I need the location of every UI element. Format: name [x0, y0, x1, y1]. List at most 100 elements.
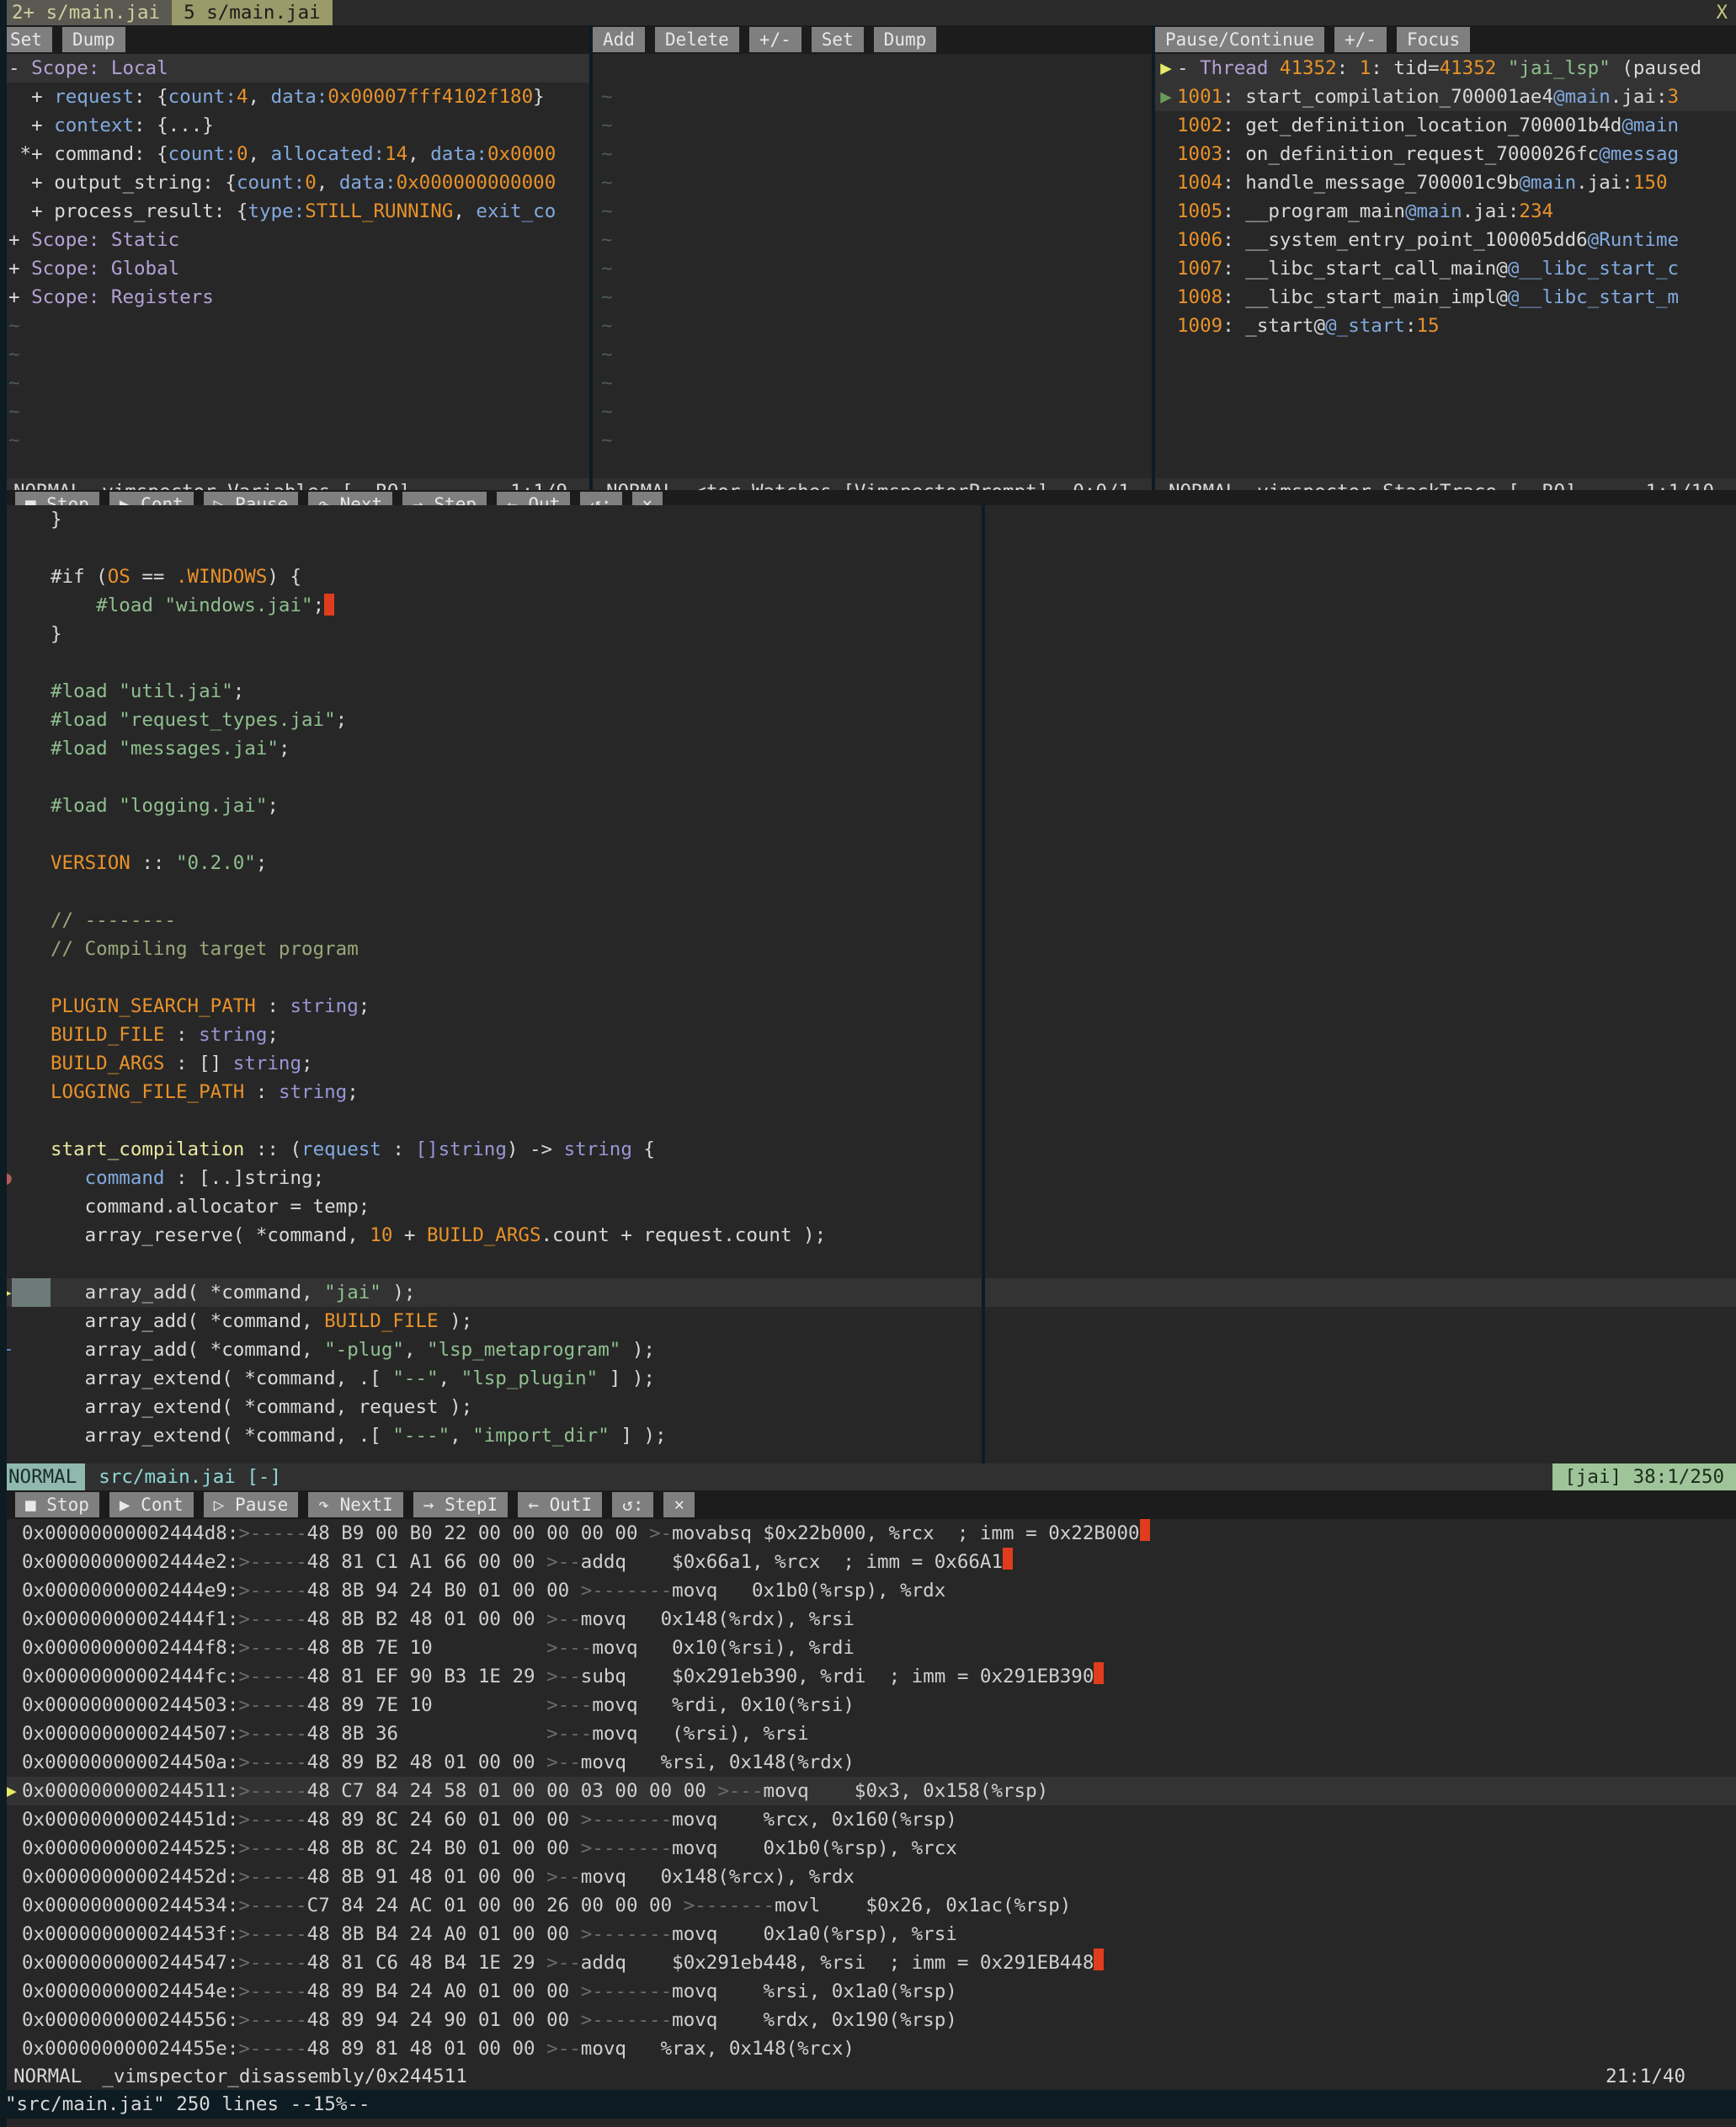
variable-row-request[interactable]: + request: {count:4, data:0x00007fff4102… [0, 83, 589, 111]
add-button[interactable]: Add [593, 27, 645, 52]
filler-tilde: ~ [601, 429, 613, 451]
dump-button[interactable]: Dump [873, 27, 937, 52]
disassembly-row: 0x000000000024455e: >----- 48 89 81 48 01 … [22, 2038, 855, 2060]
variable-row-context[interactable]: + context: {...} [0, 111, 589, 140]
disassembly-row-current: ▶ 0x0000000000244511: >----- 48 C7 84 24 58… [0, 1777, 1736, 1805]
step-into-icon: → [423, 1495, 445, 1515]
scope-row-global[interactable]: + Scope: Global [0, 254, 589, 283]
toggle-expand-button[interactable]: +/- [1334, 27, 1387, 52]
disassembly-list: 0x00000000002444d8: >----- 48 B9 00 B0 22 … [0, 1519, 1736, 2063]
restart-button[interactable]: ↺: [612, 1492, 654, 1517]
cursor-block [1094, 1948, 1105, 1970]
focus-button[interactable]: Focus [1396, 27, 1471, 52]
dump-button[interactable]: Dump [61, 27, 125, 52]
close-icon[interactable]: X [1716, 0, 1736, 27]
scope-row-static[interactable]: + Scope: Static [0, 226, 589, 254]
current-thread-icon: ▶ [1160, 57, 1172, 79]
vim-command-line[interactable]: "src/main.jai" 250 lines --15%-- [0, 2090, 1736, 2119]
toggle-expand-button[interactable]: +/- [748, 27, 801, 52]
status-mode: NORMAL [0, 1463, 86, 1490]
cursor-block [1139, 1519, 1150, 1541]
code-line: start_compilation :: (request : []string… [51, 1138, 655, 1160]
disassembly-row: 0x00000000002444e2: >----- 48 81 C1 A1 66 … [0, 1548, 1736, 1576]
filler-tilde [1155, 340, 1736, 369]
cursor-block [1003, 1548, 1014, 1570]
continue-button[interactable]: ▶ Cont [109, 1492, 194, 1517]
stack-frame-row[interactable]: ▶ 1001: start_compilation_700001ae4 @main.… [1155, 83, 1736, 111]
stack-frame-row[interactable]: 1003: on_definition_request_7000026fc @me… [1155, 140, 1736, 168]
filler-tilde: ~ [8, 401, 20, 423]
tabline: 2+ s/main.jai 5 s/main.jai X [0, 0, 1736, 25]
delete-button[interactable]: Delete [654, 27, 739, 52]
filler-tilde: ~ [601, 86, 613, 108]
editor-left-window[interactable]: } #if (OS == .WINDOWS) { #load "windows.… [0, 505, 982, 1463]
variable-row-command[interactable]: *+ command: {count:0, allocated:14, data… [0, 140, 589, 168]
code-line: array_add( *command, BUILD_FILE ); [51, 1310, 473, 1332]
tab-0[interactable]: 2+ s/main.jai [0, 0, 173, 25]
code-editor[interactable]: } #if (OS == .WINDOWS) { #load "windows.… [0, 505, 1736, 1463]
filler-tilde: ~ [8, 344, 20, 365]
filler-tilde: ~ [601, 229, 613, 251]
filler-tilde: ~ [601, 344, 613, 365]
set-button[interactable]: Set [0, 27, 52, 52]
variable-row-output-string[interactable]: + output_string: {count:0, data:0x000000… [0, 168, 589, 197]
next-instruction-button[interactable]: ↷ NextI [308, 1492, 403, 1517]
filler-tilde: ~ [8, 315, 20, 337]
step-instruction-button[interactable]: → StepI [413, 1492, 509, 1517]
stack-frame-row[interactable]: 1008: __libc_start_main_impl@ @__libc_sta… [1155, 283, 1736, 312]
close-button[interactable]: × [663, 1492, 695, 1517]
editor-right-window[interactable] [985, 505, 1736, 1463]
stack-frame-row[interactable]: 1004: handle_message_700001c9b @main .jai:… [1155, 168, 1736, 197]
pause-continue-button[interactable]: Pause/Continue [1155, 27, 1325, 52]
stacktrace-buttons: Pause/Continue +/- Focus [1155, 25, 1736, 54]
tabline-filler [332, 0, 1717, 25]
filler-tilde: ~ [601, 115, 613, 136]
variables-list: - Scope: Local + request: {count:4, data… [0, 54, 589, 478]
scope-row-registers[interactable]: + Scope: Registers [0, 283, 589, 312]
disassembly-row: 0x00000000002444e9: >----- 48 8B 94 24 B0 … [22, 1580, 946, 1602]
stack-frame-row[interactable]: 1002: get_definition_location_700001b4d @… [1155, 111, 1736, 140]
watches-list[interactable]: ~ ~ ~ ~ ~ ~ ~ ~ ~ ~ ~ ~ ~ [593, 54, 1152, 478]
code-line: } [51, 623, 62, 645]
tab-1[interactable]: 5 s/main.jai [172, 0, 333, 25]
debug-toolbar-bottom: ■ Stop ▶ Cont ▷ Pause ↷ NextI → StepI ← … [0, 1490, 1736, 1519]
stop-button[interactable]: ■ Stop [15, 1492, 99, 1517]
disassembly-row: 0x000000000024452d: >----- 48 8B 91 48 01 … [22, 1866, 855, 1888]
code-line: #load "util.jai"; [51, 680, 245, 702]
code-line: array_extend( *command, request ); [51, 1396, 473, 1418]
filler-tilde: ~ [601, 372, 613, 394]
pause-button[interactable]: ▷ Pause [203, 1492, 299, 1517]
status-mode: NORMAL [13, 2066, 83, 2087]
play-icon: ▶ [119, 1495, 141, 1515]
stack-thread-row[interactable]: ▶ - Thread 41352: 1: tid= 41352 "jai_lsp" … [1155, 54, 1736, 83]
stack-frame-row[interactable]: 1005: __program_main @main .jai: 234 [1155, 197, 1736, 226]
disassembly-window: NORMAL src/main.jai [-] [jai] 38:1/250 ■… [0, 1463, 1736, 2127]
filler-tilde: ~ [601, 258, 613, 280]
stack-frame-row[interactable]: 1007: __libc_start_call_main@ @__libc_sta… [1155, 254, 1736, 283]
code-line: #load "logging.jai"; [51, 795, 279, 817]
variable-row-process-result[interactable]: + process_result: {type:STILL_RUNNING, e… [0, 197, 589, 226]
code-line: array_reserve( *command, 10 + BUILD_ARGS… [51, 1224, 827, 1246]
current-frame-icon: ▶ [1160, 86, 1172, 108]
stack-frame-row[interactable]: 1006: __system_entry_point_100005dd6 @Run… [1155, 226, 1736, 254]
out-instruction-button[interactable]: ← OutI [518, 1492, 603, 1517]
code-line: #load "request_types.jai"; [51, 709, 348, 731]
editor-statusline: NORMAL src/main.jai [-] [jai] 38:1/250 [0, 1463, 1736, 1490]
scope-row-local[interactable]: - Scope: Local [0, 54, 589, 83]
disassembly-row: 0x000000000024453f: >----- 48 8B B4 24 A0 … [22, 1923, 957, 1945]
stacktrace-list: ▶ - Thread 41352: 1: tid= 41352 "jai_lsp" … [1155, 54, 1736, 478]
set-button[interactable]: Set [811, 27, 864, 52]
vim-debugger-window: 2+ s/main.jai 5 s/main.jai X Set Dump - … [0, 0, 1736, 2127]
disassembly-row: 0x0000000000244534: >----- C7 84 24 AC 01 … [22, 1895, 1072, 1916]
watch-prompt-row[interactable] [593, 54, 1152, 83]
disassembly-row: 0x00000000002444d8: >----- 48 B9 00 B0 22 … [0, 1519, 1736, 1548]
filler-tilde: ~ [601, 401, 613, 423]
disassembly-statusline: NORMAL _vimspector_disassembly/0x244511 … [0, 2063, 1736, 2090]
stack-frame-row[interactable]: 1009: _start@ @_start:15 [1155, 312, 1736, 340]
disassembly-row: 0x0000000000244507: >----- 48 8B 36 >--- mo… [22, 1723, 809, 1745]
status-filetype-position: [jai] 38:1/250 [1552, 1463, 1736, 1490]
